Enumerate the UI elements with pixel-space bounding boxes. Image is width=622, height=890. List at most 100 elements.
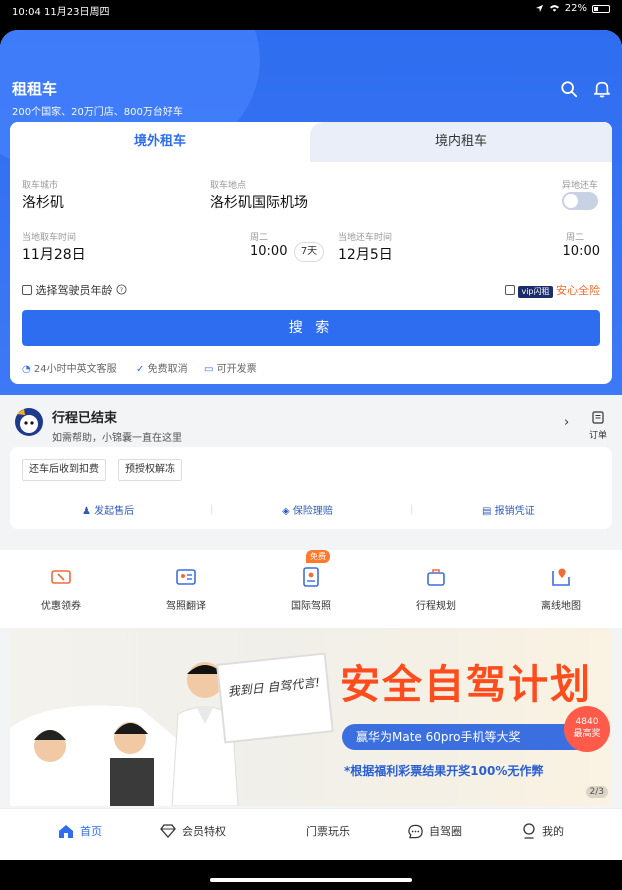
tabbar-selfdrive-label: 自驾圈 [429,825,462,838]
quick-coupon[interactable]: 优惠领券 [11,566,111,612]
battery-percent: 22% [564,3,587,14]
driver-age-label: 选择驾驶员年龄 [35,284,113,297]
tabbar-tickets[interactable]: 门票玩乐 [306,823,350,839]
trip-section: 行程已结束 如需帮助，小锦囊一直在这里 › 订单 还车后收到扣费 预授权解冻 ♟… [0,395,622,540]
tabbar-home-label: 首页 [80,825,102,838]
tag-deduction[interactable]: 还车后收到扣费 [22,459,106,481]
tab-overseas[interactable]: 境外租车 [10,122,310,162]
trip-subtitle: 如需帮助，小锦囊一直在这里 [52,433,182,444]
diff-return-toggle[interactable] [562,192,598,210]
bell-icon[interactable] [593,80,611,98]
location-icon [535,4,543,13]
search-button[interactable]: 搜 索 [22,310,600,346]
free-badge: 免费 [306,550,330,563]
battery-icon [592,4,610,13]
feature-cancel: ✓ 免费取消 [136,364,188,375]
ticket-icon: ▭ [204,364,214,375]
safe-insurance-label: 安心全险 [556,284,600,297]
orders-icon [592,411,604,424]
safe-insurance-checkbox[interactable] [504,285,515,295]
link-reimbursement[interactable]: ▤ 报销凭证 [482,502,535,517]
wifi-icon [549,5,559,12]
quick-offline-map-label: 离线地图 [541,601,581,612]
mascot-icon [15,408,43,436]
feature-service: ◔ 24小时中英文客服 [22,364,117,375]
bottom-tab-bar: 首页 会员特权 门票玩乐 自驾圈 我的 [0,808,622,860]
return-time[interactable]: 10:00 [563,244,600,259]
tabbar-home[interactable]: 首页 [58,823,102,839]
quick-trip-plan-label: 行程规划 [416,601,456,612]
quick-license-translation-label: 驾照翻译 [166,601,206,612]
return-weekday: 周二 [565,233,584,243]
quick-intl-license-label: 国际驾照 [291,601,331,612]
suitcase-icon [427,569,445,586]
home-indicator[interactable] [210,878,412,882]
feature-invoice: ▭ 可开发票 [204,364,257,375]
pickup-time-label: 当地取车时间 [22,233,77,243]
tabbar-selfdrive[interactable]: 自驾圈 [408,823,462,839]
hero-section: 租租车 200个国家、20万门店、800万台好车 境外租车 境内租车 取车城市 … [0,30,622,395]
status-time: 10:04 11月23日周四 [12,7,110,18]
chat-bubble-icon [408,824,423,838]
headset-icon: ◔ [22,364,31,375]
diamond-icon [160,824,176,838]
tabbar-profile[interactable]: 我的 [522,823,564,839]
help-icon[interactable]: ? [116,284,127,295]
tag-preauth[interactable]: 预授权解冻 [118,459,182,481]
quick-coupon-label: 优惠领券 [41,601,81,612]
quick-trip-plan[interactable]: 行程规划 [386,566,486,612]
divider: | [410,504,414,515]
trip-help-card: 还车后收到扣费 预授权解冻 ♟ 发起售后 | ◈ 保险理赔 | ▤ 报销凭证 [10,447,612,529]
app-title: 租租车 [12,80,58,98]
pickup-date[interactable]: 11月28日 [22,244,86,264]
pickup-city-label: 取车城市 [22,181,59,191]
home-icon [59,824,73,838]
pickup-time[interactable]: 10:00 [250,244,287,259]
driver-age-checkbox[interactable] [22,285,32,295]
quick-offline-map[interactable]: 离线地图 [511,566,611,612]
receipt-icon: ▤ [482,506,492,517]
shield-icon: ♟ [82,506,91,517]
pickup-location-label: 取车地点 [210,181,247,191]
insurance-icon: ◈ [282,506,290,517]
status-bar: 10:04 11月23日周四 22% [0,0,622,18]
orders-label: 订单 [588,431,607,441]
banner-pager: 2/3 [585,786,608,798]
trip-header[interactable]: 行程已结束 如需帮助，小锦囊一直在这里 › 订单 [0,395,622,445]
quick-intl-license[interactable]: 国际驾照 [261,566,361,612]
link-after-sales[interactable]: ♟ 发起售后 [82,502,134,517]
safe-insurance-option[interactable]: vip闪租 安心全险 [504,282,600,298]
tabbar-member[interactable]: 会员特权 [160,823,226,839]
banner-prize-pill: 赢华为Mate 60pro手机等大奖 [342,724,592,750]
coupon-icon [51,570,71,584]
divider: | [210,504,214,515]
prize-amount: 4840 [575,717,599,727]
banner-note: *根据福利彩票结果开奖100%无作弊 [344,764,544,778]
promo-board: 我到日 自驾代言! [216,652,334,744]
tabbar-profile-label: 我的 [542,825,564,838]
svg-text:?: ? [120,286,123,294]
brand: 租租车 200个国家、20万门店、800万台好车 [12,78,183,118]
driver-age-option[interactable]: 选择驾驶员年龄 ? [22,282,127,298]
license-icon [303,567,319,587]
diff-return-label: 异地还车 [561,181,598,191]
return-date[interactable]: 12月5日 [338,244,393,264]
banner-title: 安全自驾计划 [340,662,592,708]
status-indicators: 22% [535,3,610,14]
prize-label: 最高奖 [573,729,601,739]
rental-days: 7天 [294,242,324,262]
tabbar-member-label: 会员特权 [182,825,226,838]
chevron-right-icon[interactable]: › [564,415,569,430]
promo-banner[interactable]: 我到日 自驾代言! 安全自驾计划 赢华为Mate 60pro手机等大奖 *根据福… [10,628,612,806]
link-insurance-claim[interactable]: ◈ 保险理赔 [282,502,333,517]
orders-button[interactable]: 订单 [586,409,610,441]
app-subtitle: 200个国家、20万门店、800万台好车 [12,107,183,118]
pickup-city[interactable]: 洛杉矶 [22,192,64,212]
search-icon[interactable] [560,80,578,98]
vip-tag: vip闪租 [518,286,553,298]
tab-domestic[interactable]: 境内租车 [310,122,612,162]
quick-license-translation[interactable]: 驾照翻译 [136,566,236,612]
search-card: 境外租车 境内租车 取车城市 洛杉矶 取车地点 洛杉矶国际机场 异地还车 当地取… [10,122,612,384]
trip-title: 行程已结束 [52,411,118,426]
pickup-location[interactable]: 洛杉矶国际机场 [210,192,308,212]
